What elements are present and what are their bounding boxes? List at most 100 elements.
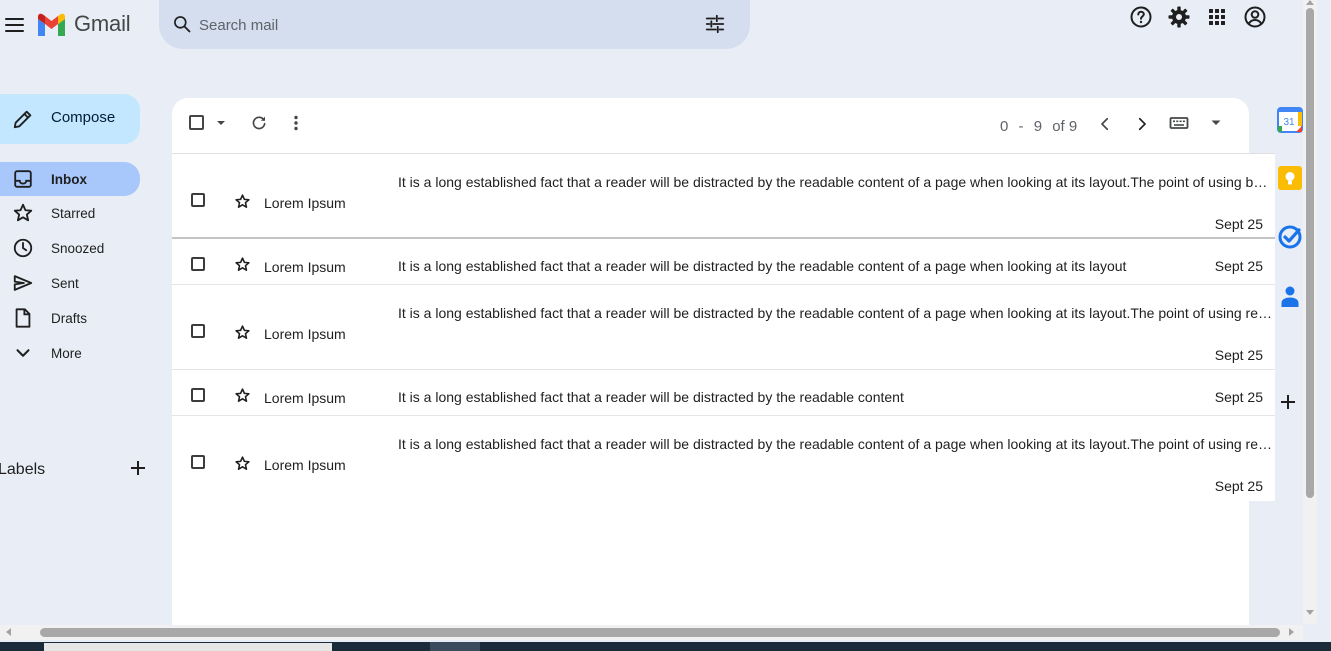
app-name: Gmail: [74, 11, 131, 36]
row-checkbox[interactable]: [191, 388, 205, 402]
sidebar-item-starred[interactable]: Starred: [0, 196, 140, 231]
horizontal-scrollbar[interactable]: [0, 625, 1303, 640]
pager-end: 9: [1033, 118, 1043, 135]
sidebar-item-snoozed[interactable]: Snoozed: [0, 231, 140, 266]
email-snippet: It is a long established fact that a rea…: [398, 258, 1127, 274]
taskbar-search-box[interactable]: [44, 643, 332, 651]
vertical-scroll-thumb[interactable]: [1306, 8, 1314, 498]
add-label-icon[interactable]: [128, 458, 148, 478]
horizontal-scroll-thumb[interactable]: [40, 628, 1280, 637]
help-icon[interactable]: [1129, 5, 1153, 29]
sidebar-item-drafts[interactable]: Drafts: [0, 301, 140, 336]
email-sender: Lorem Ipsum: [264, 259, 346, 275]
search-input[interactable]: [199, 13, 679, 37]
row-checkbox[interactable]: [191, 257, 205, 271]
vertical-scrollbar[interactable]: [1303, 0, 1317, 624]
tasks-icon[interactable]: [1277, 224, 1303, 250]
send-icon: [13, 275, 33, 291]
calendar-icon[interactable]: 31: [1277, 107, 1303, 133]
labels-heading: Labels: [0, 461, 46, 478]
email-date: Sept 25: [1214, 389, 1263, 405]
sidebar-item-sent[interactable]: Sent: [0, 266, 140, 301]
compose-label: Compose: [51, 109, 116, 126]
star-icon[interactable]: [234, 455, 251, 472]
chevron-right-icon[interactable]: [1133, 115, 1151, 133]
email-snippet: It is a long established fact that a rea…: [398, 389, 904, 405]
refresh-icon[interactable]: [250, 114, 268, 132]
email-date: Sept 25: [1214, 216, 1263, 232]
email-sender: Lorem Ipsum: [264, 457, 346, 473]
settings-gear-icon[interactable]: [1167, 5, 1191, 29]
email-row[interactable]: Lorem Ipsum It is a long established fac…: [172, 239, 1275, 285]
keep-icon[interactable]: [1277, 165, 1303, 191]
taskbar-app-button[interactable]: [430, 642, 480, 651]
email-sender: Lorem Ipsum: [264, 390, 346, 406]
sidebar-item-label: Snoozed: [51, 241, 105, 256]
email-row[interactable]: Lorem Ipsum It is a long established fac…: [172, 370, 1275, 416]
menu-bar: [5, 18, 24, 20]
contacts-icon[interactable]: [1277, 283, 1303, 309]
menu-bar: [5, 24, 24, 26]
email-snippet: It is a long established fact that a rea…: [398, 174, 1268, 190]
chevron-down-icon: [16, 349, 30, 357]
email-row[interactable]: Lorem Ipsum It is a long established fac…: [172, 154, 1275, 239]
star-icon[interactable]: [234, 193, 251, 210]
sidebar-item-label: Drafts: [51, 311, 88, 326]
compose-button[interactable]: Compose: [0, 94, 140, 144]
sidebar-item-label: Sent: [51, 276, 79, 291]
pencil-icon: [13, 110, 32, 129]
get-add-ons-icon[interactable]: [1279, 393, 1297, 411]
row-checkbox[interactable]: [191, 193, 205, 207]
search-bar: [159, 0, 750, 49]
header-actions: [1129, 5, 1267, 29]
gmail-m-icon: [38, 13, 65, 36]
email-snippet: It is a long established fact that a rea…: [398, 305, 1272, 321]
row-checkbox[interactable]: [191, 324, 205, 338]
main-menu-button[interactable]: [5, 18, 24, 32]
email-row[interactable]: Lorem Ipsum It is a long established fac…: [172, 285, 1275, 370]
os-taskbar: [0, 642, 1331, 651]
email-snippet: It is a long established fact that a rea…: [398, 436, 1272, 452]
email-list: Lorem Ipsum It is a long established fac…: [172, 154, 1275, 501]
select-all-checkbox[interactable]: [189, 115, 204, 130]
email-sender: Lorem Ipsum: [264, 195, 346, 211]
star-icon[interactable]: [234, 387, 251, 404]
inbox-icon: [14, 170, 32, 188]
search-options-icon[interactable]: [704, 13, 726, 35]
sidebar-item-label: Inbox: [51, 172, 87, 187]
keyboard-icon[interactable]: [1169, 115, 1189, 131]
sidebar-item-label: More: [51, 346, 82, 361]
account-icon[interactable]: [1243, 5, 1267, 29]
pagination-text: 0 - 9 of 9: [1000, 118, 1083, 135]
pager-start: 0: [1000, 118, 1009, 135]
sidebar-nav: Inbox Starred Snoozed Sent Drafts More: [0, 162, 140, 371]
email-row[interactable]: Lorem Ipsum It is a long established fac…: [172, 416, 1275, 501]
sidebar-item-label: Starred: [51, 206, 96, 221]
pager-total: of 9: [1052, 118, 1078, 135]
scroll-left-arrow-icon[interactable]: [6, 628, 11, 636]
menu-bar: [5, 30, 24, 32]
scroll-up-arrow-icon[interactable]: [1306, 0, 1314, 5]
select-options-caret-icon[interactable]: [214, 116, 228, 130]
search-icon[interactable]: [172, 14, 192, 34]
star-icon: [13, 203, 33, 222]
scroll-right-arrow-icon[interactable]: [1289, 628, 1294, 636]
draft-icon: [15, 308, 31, 328]
row-checkbox[interactable]: [191, 455, 205, 469]
apps-grid-icon[interactable]: [1205, 5, 1229, 29]
star-icon[interactable]: [234, 256, 251, 273]
clock-icon: [13, 238, 33, 258]
input-tools-caret-icon[interactable]: [1209, 117, 1223, 129]
more-vertical-icon[interactable]: [288, 114, 304, 132]
email-date: Sept 25: [1214, 347, 1263, 363]
sidebar-item-more[interactable]: More: [0, 336, 140, 371]
email-date: Sept 25: [1214, 478, 1263, 494]
pager-dash: -: [1018, 118, 1024, 135]
star-icon[interactable]: [234, 324, 251, 341]
sidebar-item-inbox[interactable]: Inbox: [0, 162, 140, 196]
gmail-logo[interactable]: Gmail: [36, 10, 131, 38]
chevron-left-icon[interactable]: [1096, 115, 1114, 133]
scroll-down-arrow-icon[interactable]: [1306, 610, 1314, 615]
email-date: Sept 25: [1214, 258, 1263, 274]
email-sender: Lorem Ipsum: [264, 326, 346, 342]
